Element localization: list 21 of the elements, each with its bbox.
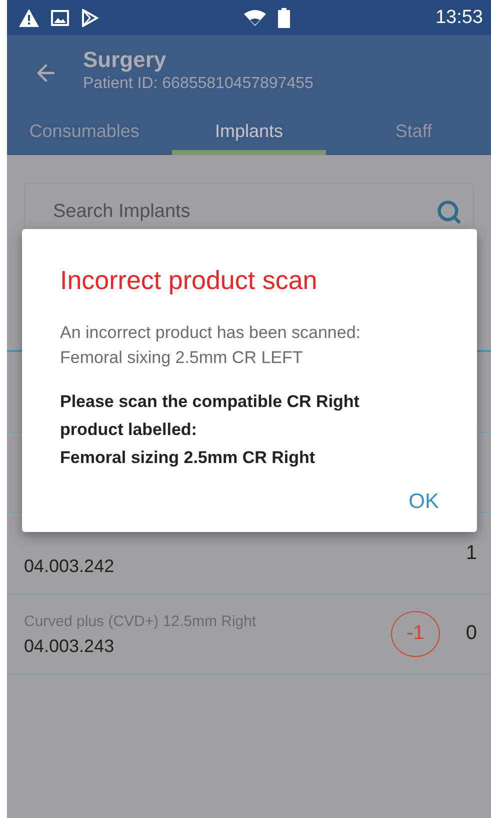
decrement-button[interactable]: -1 [390,610,440,656]
warning-icon [19,8,39,26]
play-icon [81,8,99,26]
screen-title: Surgery [83,46,168,72]
patient-id: Patient ID: 66855810457897455 [83,74,314,92]
dialog-title: Incorrect product scan [60,265,318,296]
clock-time: 13:53 [435,6,483,28]
quantity-count: 1 [466,542,477,564]
tab[interactable]: Staff [336,110,491,155]
product-code: 04.003.243 [24,636,116,657]
search-icon[interactable] [436,198,462,224]
ok-button[interactable]: OK [402,486,445,518]
dialog-message: An incorrect product has been scanned: Femoral sixing 2.5mm CR LEFT [60,322,362,369]
wifi-icon [244,10,266,26]
tab[interactable]: Consumables [7,110,162,155]
dialog-instruction: Please scan the compatible CR Right product labelled: Femoral sizing 2.5mm CR Right [60,391,360,469]
tab[interactable]: Implants [172,110,326,155]
battery-icon [278,8,290,28]
product-code: 04.003.242 [24,556,116,577]
quantity-count: 0 [466,622,477,645]
image-icon [51,10,69,26]
